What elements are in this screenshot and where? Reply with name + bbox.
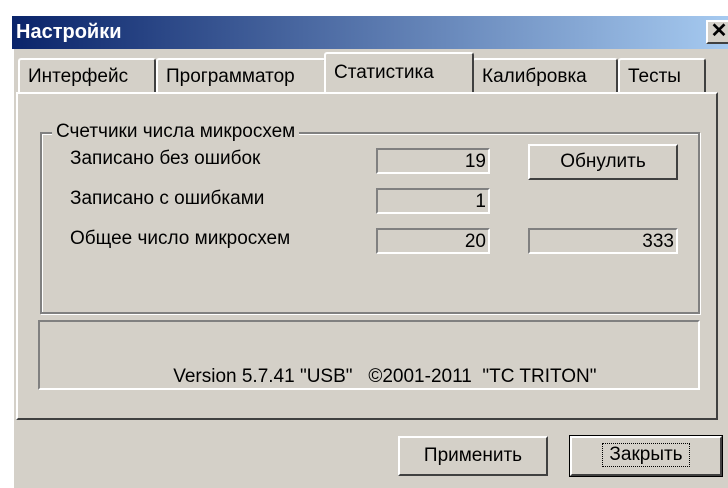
tab-interface[interactable]: Интерфейс <box>18 58 156 92</box>
apply-button[interactable]: Применить <box>398 436 548 476</box>
error-count-label: Записано с ошибками <box>70 188 265 209</box>
screen-margin-left <box>0 0 12 488</box>
limit-count-field: 333 <box>528 228 678 254</box>
tab-programmer[interactable]: Программатор <box>156 58 326 92</box>
ok-count-field: 19 <box>376 148 490 174</box>
title-bar[interactable]: Настройки ✕ <box>12 16 728 49</box>
total-count-label: Общее число микросхем <box>70 228 291 249</box>
tab-tests[interactable]: Тесты <box>618 58 706 92</box>
error-count-field: 1 <box>376 188 490 214</box>
total-count-field: 20 <box>376 228 490 254</box>
tab-label: Калибровка <box>482 66 587 87</box>
tab-label: Тесты <box>628 66 681 87</box>
window-frame-left <box>12 49 14 488</box>
version-info: Version 5.7.41 "USB" ©2001-2011 "TC TRIT… <box>38 320 700 390</box>
apply-button-label: Применить <box>423 445 523 466</box>
close-icon: ✕ <box>710 20 728 42</box>
screen-margin-top <box>0 0 728 16</box>
close-window-button[interactable]: ✕ <box>706 20 728 44</box>
ok-count-value: 19 <box>464 151 486 172</box>
tab-calibration[interactable]: Калибровка <box>472 58 618 92</box>
group-title: Счетчики числа микросхем <box>52 121 300 143</box>
version-text: Version 5.7.41 "USB" ©2001-2011 "TC TRIT… <box>173 366 597 387</box>
limit-count-value: 333 <box>642 231 674 252</box>
total-count-value: 20 <box>464 231 486 252</box>
ok-count-label: Записано без ошибок <box>70 148 261 169</box>
reset-counters-button[interactable]: Обнулить <box>528 144 678 180</box>
tab-label: Интерфейс <box>28 66 129 87</box>
tab-label: Программатор <box>166 66 295 87</box>
statistics-panel: Счетчики числа микросхем Записано без ош… <box>16 92 718 420</box>
close-button-label: Закрыть <box>602 443 690 467</box>
tab-label: Статистика <box>334 62 434 83</box>
settings-window: Настройки ✕ Интерфейс Программатор Стати… <box>0 0 728 488</box>
reset-button-label: Обнулить <box>560 151 646 172</box>
tab-statistics[interactable]: Статистика <box>324 52 474 92</box>
window-title: Настройки <box>16 21 122 43</box>
close-button[interactable]: Закрыть <box>569 435 723 477</box>
error-count-value: 1 <box>475 191 486 212</box>
